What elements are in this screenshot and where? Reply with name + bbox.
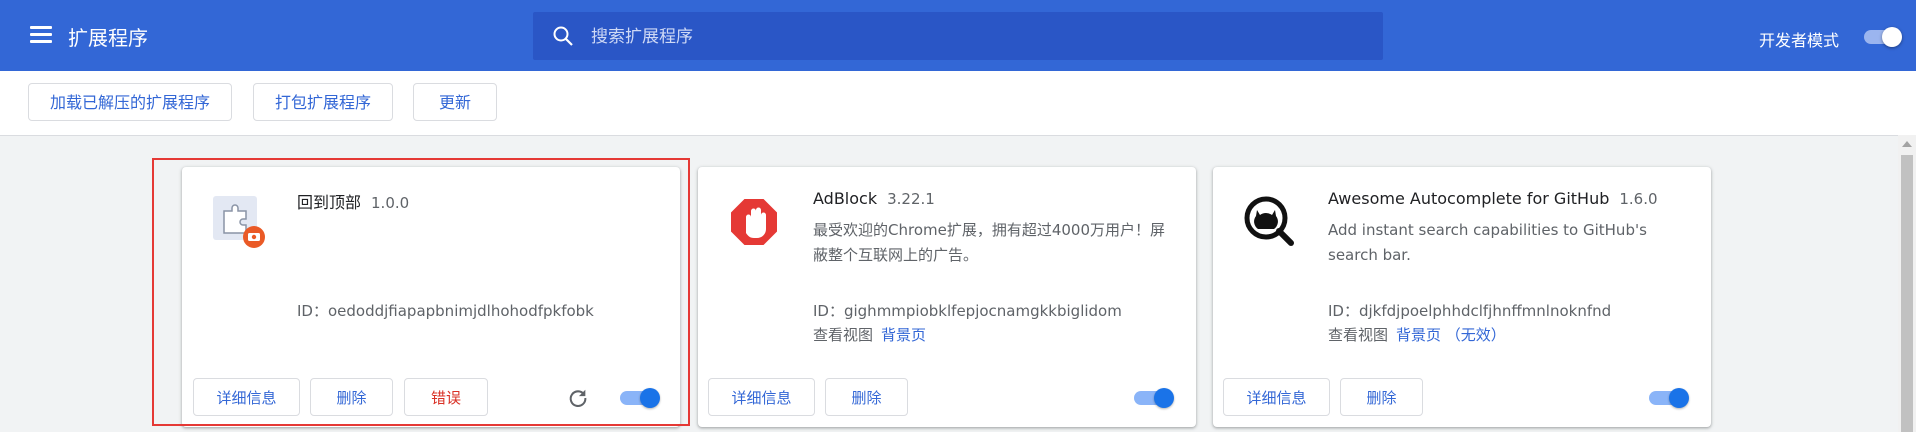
extension-description: 最受欢迎的Chrome扩展，拥有超过4000万用户！屏蔽整个互联网上的广告。 [813, 221, 1166, 264]
extension-name-row: AdBlock 3.22.1 [813, 189, 935, 208]
details-button[interactable]: 详细信息 [1223, 378, 1330, 416]
inspect-views-label: 查看视图 [813, 326, 874, 344]
extension-name: Awesome Autocomplete for GitHub [1328, 189, 1610, 208]
scroll-up-arrow-icon[interactable] [1902, 141, 1912, 147]
pack-extension-button[interactable]: 打包扩展程序 [253, 83, 393, 121]
details-button[interactable]: 详细信息 [708, 378, 815, 416]
extension-card: Awesome Autocomplete for GitHub 1.6.0 Add… [1213, 167, 1711, 427]
inspect-views-label: 查看视图 [1328, 326, 1389, 344]
update-button[interactable]: 更新 [413, 83, 497, 121]
top-bar: 扩展程序 开发者模式 [0, 0, 1916, 71]
extension-id: ID：gighmmpiobklfepjocnamgkkbiglidom [813, 302, 1122, 320]
scroll-thumb[interactable] [1901, 155, 1913, 432]
load-unpacked-button[interactable]: 加载已解压的扩展程序 [28, 83, 232, 121]
search-box[interactable] [533, 12, 1383, 62]
inspect-views: 查看视图 背景页 （无效） [1328, 324, 1506, 345]
details-button[interactable]: 详细信息 [193, 378, 300, 416]
remove-button[interactable]: 删除 [310, 378, 393, 416]
extension-version: 1.0.0 [371, 194, 410, 212]
extension-description: Add instant search capabilities to GitHu… [1328, 221, 1647, 264]
dev-mode-label: 开发者模式 [1759, 31, 1840, 50]
adblock-hand-icon [729, 197, 779, 247]
extension-id: ID：djkfdjpoelphhdclfjhnffmnlnoknfnd [1328, 302, 1612, 320]
extension-name-row: 回到顶部 1.0.0 [297, 189, 409, 213]
extension-name: 回到顶部 [297, 193, 362, 212]
remove-button[interactable]: 删除 [825, 378, 908, 416]
background-page-link[interactable]: 背景页 [881, 326, 926, 344]
extension-version: 1.6.0 [1619, 190, 1658, 208]
page-title: 扩展程序 [68, 26, 148, 50]
extension-name-row: Awesome Autocomplete for GitHub 1.6.0 [1328, 189, 1658, 208]
extension-id: ID：oedoddjfiapapbnimjdlhohodfpkfobk [297, 302, 594, 320]
reload-icon[interactable] [567, 387, 589, 409]
enable-toggle[interactable] [1649, 387, 1689, 409]
background-page-link[interactable]: 背景页 （无效） [1396, 326, 1506, 344]
extension-card: AdBlock 3.22.1 最受欢迎的Chrome扩展，拥有超过4000万用户！… [698, 167, 1196, 427]
toolbar: 加载已解压的扩展程序 打包扩展程序 更新 [0, 71, 1916, 136]
enable-toggle[interactable] [1134, 387, 1174, 409]
errors-button[interactable]: 错误 [404, 378, 488, 416]
scrollbar[interactable] [1898, 135, 1916, 432]
extension-name: AdBlock [813, 189, 878, 208]
puzzle-icon [213, 196, 265, 248]
search-icon [553, 26, 573, 46]
menu-icon[interactable] [30, 26, 52, 44]
dev-mode-toggle[interactable] [1864, 27, 1902, 47]
enable-toggle[interactable] [620, 387, 660, 409]
extension-version: 3.22.1 [887, 190, 935, 208]
extension-card: 回到顶部 1.0.0 ID：oedoddjfiapapbnimjdlhohodfp… [182, 167, 680, 427]
inspect-views: 查看视图 背景页 [813, 324, 926, 345]
search-input[interactable] [589, 12, 1353, 62]
github-search-icon [1244, 196, 1294, 246]
remove-button[interactable]: 删除 [1340, 378, 1423, 416]
